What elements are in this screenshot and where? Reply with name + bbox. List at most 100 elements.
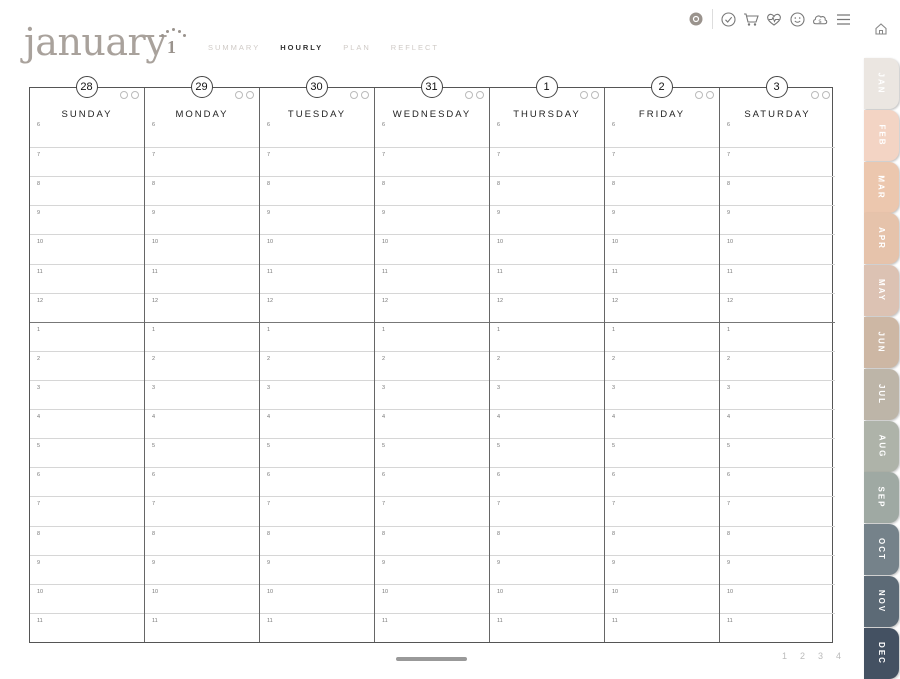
hour-slot[interactable]: 10 <box>375 583 489 613</box>
mini-circle-icon[interactable] <box>706 91 714 99</box>
hour-slot[interactable]: 2 <box>605 350 719 380</box>
hour-slot[interactable]: 2 <box>490 350 604 380</box>
hour-slot[interactable]: 10 <box>30 234 144 263</box>
hour-slot[interactable]: 7 <box>490 496 604 525</box>
hour-slot[interactable]: 9 <box>30 205 144 234</box>
hour-slot[interactable]: 7 <box>605 147 719 176</box>
mini-circle-icon[interactable] <box>695 91 703 99</box>
tab-plan[interactable]: PLAN <box>343 43 371 52</box>
hour-slot[interactable]: 6 <box>605 118 719 147</box>
page-1-link[interactable]: 1 <box>782 651 787 661</box>
hour-slot[interactable]: 2 <box>30 350 144 380</box>
hour-slot[interactable]: 1 <box>605 321 719 351</box>
date-circle[interactable]: 31 <box>420 76 443 98</box>
month-tab-mar[interactable]: MAR <box>864 161 899 213</box>
hour-slot[interactable]: 9 <box>490 205 604 234</box>
hour-slot[interactable]: 8 <box>605 525 719 555</box>
hour-slot[interactable]: 1 <box>145 321 259 351</box>
hour-slot[interactable]: 1 <box>260 321 374 351</box>
horizontal-scrollbar[interactable] <box>396 657 467 661</box>
month-tab-aug[interactable]: AUG <box>864 420 899 472</box>
hour-slot[interactable]: 11 <box>720 612 835 642</box>
hour-slot[interactable]: 9 <box>145 554 259 584</box>
page-3-link[interactable]: 3 <box>818 651 823 661</box>
hour-slot[interactable]: 7 <box>375 496 489 525</box>
hour-slot[interactable]: 3 <box>490 380 604 409</box>
month-tab-jan[interactable]: JAN <box>864 58 899 109</box>
hour-slot[interactable]: 12 <box>605 292 719 322</box>
hour-slot[interactable]: 7 <box>375 147 489 176</box>
hour-slot[interactable]: 6 <box>145 118 259 147</box>
money-cloud-icon[interactable]: $ <box>812 11 828 27</box>
hour-slot[interactable]: 8 <box>490 525 604 555</box>
hour-slot[interactable]: 6 <box>490 467 604 496</box>
page-4-link[interactable]: 4 <box>836 651 841 661</box>
hour-slot[interactable]: 7 <box>490 147 604 176</box>
month-tab-apr[interactable]: APR <box>864 213 899 265</box>
hour-slot[interactable]: 10 <box>720 583 835 613</box>
hour-slot[interactable]: 7 <box>260 147 374 176</box>
mini-circle-icon[interactable] <box>580 91 588 99</box>
hour-slot[interactable]: 10 <box>490 234 604 263</box>
hour-slot[interactable]: 7 <box>145 147 259 176</box>
mini-circle-icon[interactable] <box>361 91 369 99</box>
mini-circle-icon[interactable] <box>811 91 819 99</box>
hour-slot[interactable]: 8 <box>260 525 374 555</box>
page-2-link[interactable]: 2 <box>800 651 805 661</box>
hour-slot[interactable]: 9 <box>145 205 259 234</box>
month-tab-nov[interactable]: NOV <box>864 576 899 627</box>
hour-slot[interactable]: 11 <box>490 263 604 293</box>
date-circle[interactable]: 3 <box>765 76 788 98</box>
hour-slot[interactable]: 6 <box>375 118 489 147</box>
hour-slot[interactable]: 11 <box>490 612 604 642</box>
hour-slot[interactable]: 11 <box>145 612 259 642</box>
hour-slot[interactable]: 2 <box>260 350 374 380</box>
hour-slot[interactable]: 3 <box>145 380 259 409</box>
hour-slot[interactable]: 8 <box>490 176 604 205</box>
hour-slot[interactable]: 10 <box>720 234 835 263</box>
hour-slot[interactable]: 6 <box>720 118 835 147</box>
hour-slot[interactable]: 8 <box>720 176 835 205</box>
hour-slot[interactable]: 9 <box>375 554 489 584</box>
cart-icon[interactable] <box>743 11 759 27</box>
month-tab-jun[interactable]: JUN <box>864 317 899 368</box>
hour-slot[interactable]: 7 <box>30 496 144 525</box>
hour-slot[interactable]: 6 <box>720 467 835 496</box>
hour-slot[interactable]: 1 <box>490 321 604 351</box>
hour-slot[interactable]: 8 <box>720 525 835 555</box>
hour-slot[interactable]: 11 <box>720 263 835 293</box>
month-tab-oct[interactable]: OCT <box>864 524 899 576</box>
hour-slot[interactable]: 6 <box>30 118 144 147</box>
tab-summary[interactable]: SUMMARY <box>208 43 260 52</box>
hour-slot[interactable]: 4 <box>605 409 719 438</box>
hour-slot[interactable]: 3 <box>605 380 719 409</box>
month-tab-dec[interactable]: DEC <box>864 627 899 679</box>
hour-slot[interactable]: 6 <box>260 467 374 496</box>
hour-slot[interactable]: 8 <box>260 176 374 205</box>
hour-slot[interactable]: 4 <box>720 409 835 438</box>
mini-circle-icon[interactable] <box>235 91 243 99</box>
hour-slot[interactable]: 6 <box>375 467 489 496</box>
mini-circle-icon[interactable] <box>591 91 599 99</box>
hour-slot[interactable]: 7 <box>30 147 144 176</box>
hour-slot[interactable]: 10 <box>605 234 719 263</box>
hour-slot[interactable]: 11 <box>375 263 489 293</box>
hour-slot[interactable]: 9 <box>260 205 374 234</box>
hour-slot[interactable]: 5 <box>490 438 604 467</box>
hour-slot[interactable]: 6 <box>30 467 144 496</box>
hour-slot[interactable]: 9 <box>490 554 604 584</box>
hour-slot[interactable]: 11 <box>605 612 719 642</box>
hour-slot[interactable]: 5 <box>375 438 489 467</box>
hour-slot[interactable]: 10 <box>605 583 719 613</box>
hour-slot[interactable]: 5 <box>260 438 374 467</box>
month-tab-jul[interactable]: JUL <box>864 368 899 420</box>
heart-pulse-icon[interactable] <box>766 11 782 27</box>
hour-slot[interactable]: 6 <box>145 467 259 496</box>
hour-slot[interactable]: 8 <box>605 176 719 205</box>
hour-slot[interactable]: 10 <box>145 583 259 613</box>
hour-slot[interactable]: 5 <box>145 438 259 467</box>
tab-reflect[interactable]: REFLECT <box>391 43 439 52</box>
home-icon[interactable] <box>874 22 888 36</box>
menu-icon[interactable] <box>835 11 851 27</box>
date-circle[interactable]: 30 <box>305 76 328 98</box>
